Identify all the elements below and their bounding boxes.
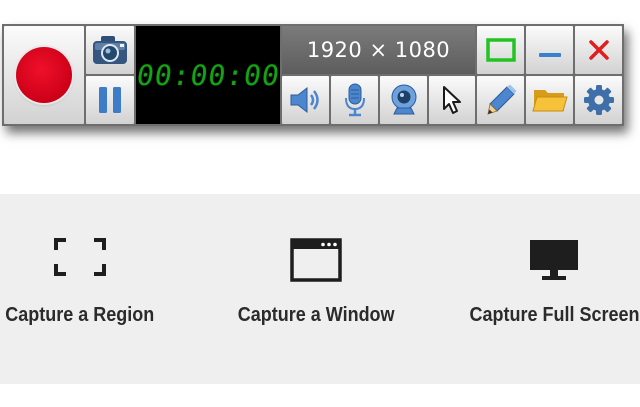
recorder-toolbar: 00:00:00 1920 × 1080 (2, 24, 624, 126)
capture-region-label: Capture a Region (5, 304, 155, 326)
webcam-toggle-button[interactable] (380, 76, 427, 124)
cursor-toggle-button[interactable] (429, 76, 475, 124)
cursor-icon (443, 86, 461, 114)
window-icon (290, 238, 342, 282)
settings-button[interactable] (575, 76, 622, 124)
speaker-icon (290, 86, 319, 114)
capture-region-option[interactable]: Capture a Region (0, 194, 160, 384)
minimize-button[interactable] (526, 26, 573, 74)
resolution-text: 1920 × 1080 (306, 38, 451, 62)
close-button[interactable] (575, 26, 622, 74)
resolution-display[interactable]: 1920 × 1080 (282, 26, 475, 74)
capture-window-option[interactable]: Capture a Window (236, 194, 396, 384)
pause-icon (99, 87, 121, 113)
monitor-icon (530, 240, 578, 280)
microphone-icon (344, 83, 365, 117)
timer-display: 00:00:00 (134, 26, 282, 124)
capture-window-label: Capture a Window (237, 304, 395, 326)
audio-toggle-button[interactable] (282, 76, 329, 124)
capture-mode-panel: Capture a Region Capture a Window Captur… (0, 194, 640, 384)
capture-fullscreen-option[interactable]: Capture Full Screen (469, 194, 639, 384)
webcam-icon (391, 84, 416, 115)
capture-fullscreen-label: Capture Full Screen (468, 304, 640, 326)
open-folder-button[interactable] (526, 76, 573, 124)
folder-icon (531, 90, 568, 112)
close-icon (588, 40, 609, 60)
pencil-icon (486, 84, 516, 115)
screen-recorder-ui: 00:00:00 1920 × 1080 Capture a Region Ca… (0, 0, 640, 407)
frame-icon (485, 38, 516, 62)
record-icon (16, 47, 72, 103)
gear-icon (583, 85, 614, 115)
region-icon (54, 238, 106, 276)
frame-button[interactable] (477, 26, 524, 74)
timer-text: 00:00:00 (134, 58, 282, 92)
camera-icon (93, 36, 127, 64)
draw-button[interactable] (477, 76, 524, 124)
pause-button[interactable] (86, 76, 134, 124)
screenshot-button[interactable] (86, 26, 134, 74)
record-button[interactable] (4, 26, 84, 124)
microphone-toggle-button[interactable] (331, 76, 378, 124)
minimize-icon (538, 53, 561, 57)
